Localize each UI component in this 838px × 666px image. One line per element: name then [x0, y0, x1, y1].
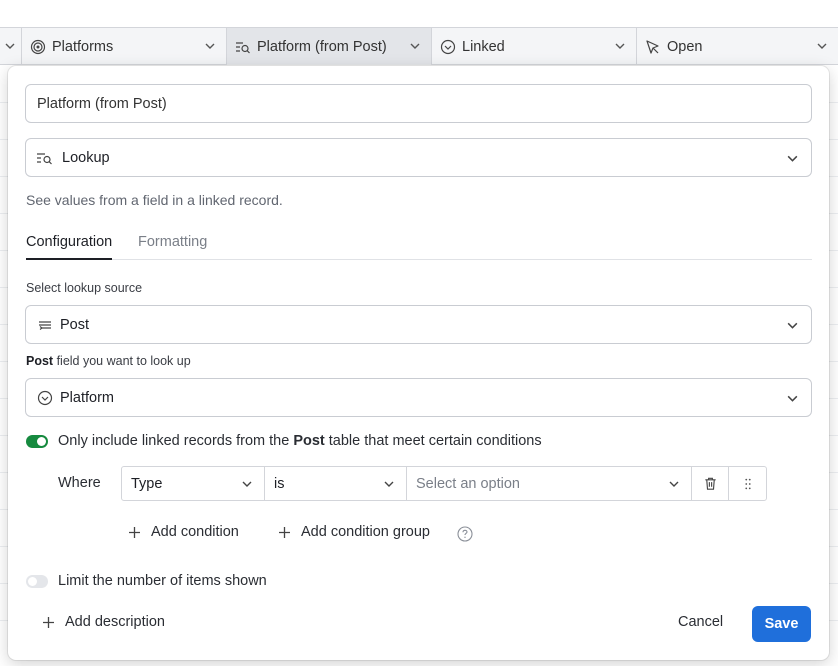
chevron-down-icon — [817, 43, 827, 49]
conditions-toggle[interactable] — [26, 435, 48, 448]
lookup-field-select[interactable]: Platform — [25, 378, 812, 417]
column-header-platforms[interactable]: Platforms — [22, 28, 227, 65]
field-name-value: Platform (from Post) — [37, 95, 167, 112]
chevron-down-icon — [5, 43, 15, 49]
column-label: Platforms — [52, 38, 114, 55]
cancel-button[interactable]: Cancel — [678, 612, 723, 642]
condition-value-select[interactable]: Select an option — [407, 467, 692, 500]
add-condition-label: Add condition — [151, 524, 239, 540]
tab-formatting[interactable]: Formatting — [138, 234, 207, 260]
cursor-icon — [645, 39, 661, 55]
chevron-down-icon — [205, 43, 215, 49]
add-description-label: Add description — [65, 614, 165, 630]
help-icon[interactable] — [457, 526, 473, 542]
add-condition-group-button[interactable]: Add condition group — [278, 524, 430, 540]
chevron-down-icon — [787, 155, 798, 162]
config-tabs: Configuration Formatting — [26, 234, 812, 260]
trash-icon — [704, 477, 716, 490]
column-header-open[interactable]: Open — [637, 28, 838, 65]
lookup-field-value: Platform — [60, 389, 114, 406]
plus-icon — [278, 526, 291, 539]
lookup-source-label: Select lookup source — [26, 281, 143, 295]
condition-field-value: Type — [131, 475, 163, 492]
toggle-knob — [28, 577, 37, 586]
delete-condition-button[interactable] — [692, 467, 729, 500]
lookup-source-value: Post — [60, 316, 90, 333]
drag-condition-handle[interactable] — [729, 467, 766, 500]
column-label: Open — [667, 38, 703, 55]
field-type-description: See values from a field in a linked reco… — [26, 192, 283, 208]
conditions-text-after: table that meet certain conditions — [324, 433, 542, 449]
condition-operator-value: is — [274, 475, 285, 492]
lookup-field-label-table: Post — [26, 354, 54, 368]
condition-value-placeholder: Select an option — [416, 475, 520, 492]
column-header-row: Platforms Platform (from Post) Linked Op… — [0, 27, 838, 65]
field-name-input[interactable]: Platform (from Post) — [25, 84, 812, 123]
add-description-button[interactable]: Add description — [42, 614, 165, 630]
chevron-down-icon — [787, 395, 798, 402]
field-config-dialog: Platform (from Post) Lookup See values f… — [8, 66, 829, 660]
field-type-select[interactable]: Lookup — [25, 138, 812, 177]
condition-row: Type is Select an option — [121, 466, 767, 501]
lookup-field-label: Post field you want to look up — [26, 354, 191, 368]
column-header-linked[interactable]: Linked — [432, 28, 637, 65]
lookup-source-select[interactable]: Post — [25, 305, 812, 344]
plus-icon — [42, 616, 55, 629]
drag-handle-icon — [744, 478, 751, 489]
limit-items-label: Limit the number of items shown — [58, 573, 267, 589]
field-type-value: Lookup — [62, 149, 110, 166]
chevron-down-icon — [384, 481, 394, 487]
linked-record-icon — [37, 317, 53, 333]
add-condition-button[interactable]: Add condition — [128, 524, 239, 540]
lookup-icon — [36, 150, 54, 166]
chevron-down-icon — [410, 43, 420, 49]
add-condition-group-label: Add condition group — [301, 524, 430, 540]
chevron-down-icon — [669, 481, 679, 487]
radar-icon — [30, 39, 46, 55]
condition-operator-select[interactable]: is — [265, 467, 407, 500]
lookup-icon — [235, 39, 251, 55]
chevron-down-icon — [615, 43, 625, 49]
chevron-down-icon — [787, 322, 798, 329]
conditions-text-before: Only include linked records from the — [58, 433, 294, 449]
limit-items-toggle[interactable] — [26, 575, 48, 588]
toggle-knob — [37, 437, 46, 446]
chevron-down-icon — [242, 481, 252, 487]
column-label: Linked — [462, 38, 505, 55]
column-header-previous[interactable] — [0, 28, 22, 65]
condition-field-select[interactable]: Type — [122, 467, 265, 500]
conditions-text-table: Post — [293, 433, 325, 449]
save-button[interactable]: Save — [752, 606, 811, 642]
circle-check-icon — [440, 39, 456, 55]
tab-configuration[interactable]: Configuration — [26, 234, 113, 260]
column-header-platform-from-post[interactable]: Platform (from Post) — [227, 28, 432, 65]
plus-icon — [128, 526, 141, 539]
conditions-toggle-label: Only include linked records from the Pos… — [58, 433, 542, 449]
lookup-field-label-text: field you want to look up — [53, 354, 191, 368]
where-label: Where — [58, 475, 101, 491]
circle-check-icon — [37, 390, 53, 406]
column-label: Platform (from Post) — [257, 38, 387, 55]
